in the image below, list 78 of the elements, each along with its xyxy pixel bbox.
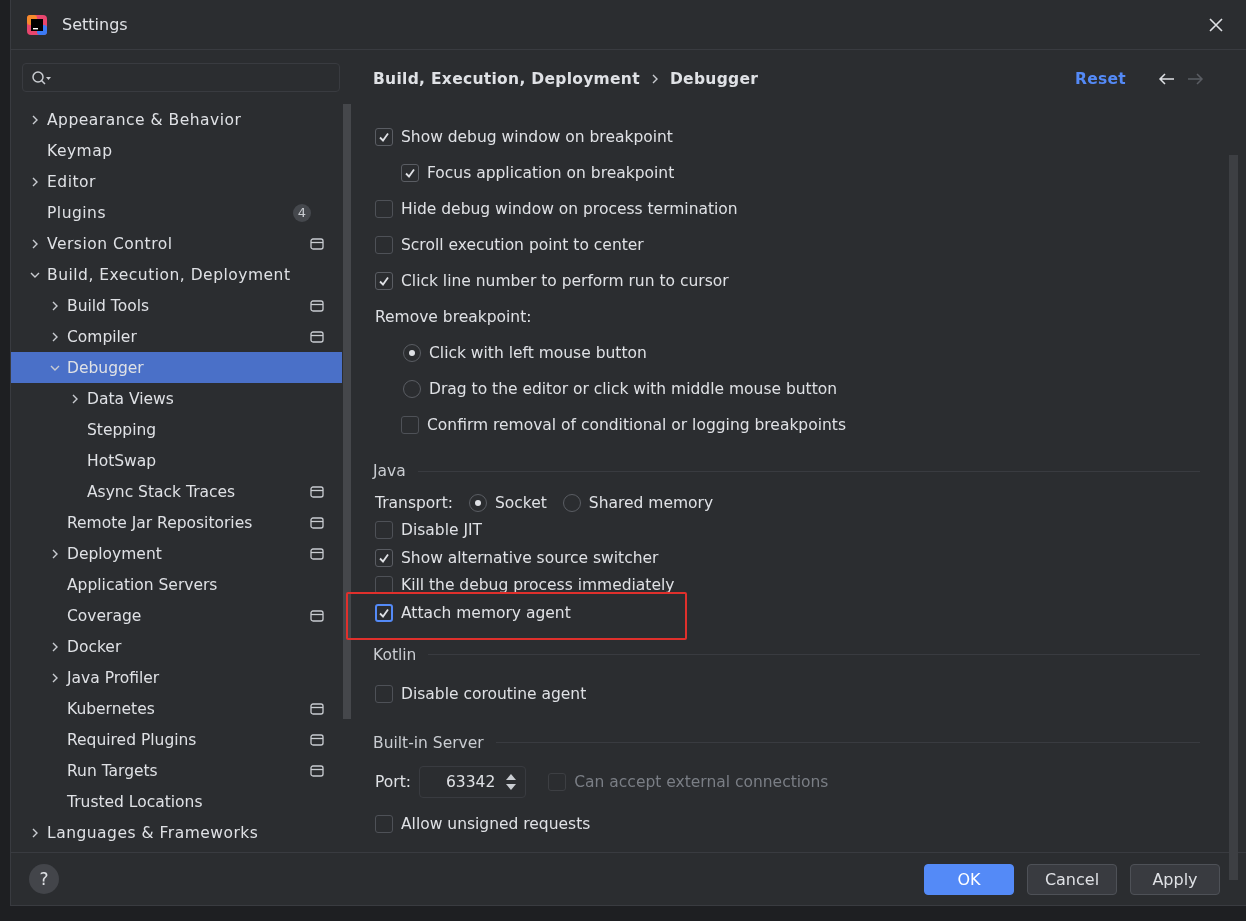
checkbox[interactable] xyxy=(375,272,393,290)
reset-link[interactable]: Reset xyxy=(1074,69,1126,88)
tree-item[interactable]: Required Plugins xyxy=(11,724,342,755)
tree-item[interactable]: Languages & Frameworks xyxy=(11,817,342,848)
checkbox[interactable] xyxy=(401,164,419,182)
count-badge: 4 xyxy=(292,203,311,222)
checkbox[interactable] xyxy=(375,603,393,622)
check-icon xyxy=(404,167,416,179)
option-label: Disable JIT xyxy=(401,521,483,540)
section-title: Java xyxy=(373,462,406,480)
option-label: Hide debug window on process termination xyxy=(401,200,738,218)
tree-item[interactable]: Kubernetes xyxy=(11,693,342,724)
tree-item[interactable]: Plugins 4 xyxy=(11,197,342,228)
tree-item[interactable]: Run Targets xyxy=(11,755,342,786)
window-title: Settings xyxy=(62,15,128,34)
tree-item[interactable]: Trusted Locations xyxy=(11,786,342,817)
checkbox[interactable] xyxy=(375,684,393,703)
option-label: Shared memory xyxy=(588,493,714,512)
tree-item[interactable]: Deployment xyxy=(11,538,342,569)
tree-item[interactable]: Appearance & Behavior xyxy=(11,104,342,135)
tree-item[interactable]: HotSwap xyxy=(11,445,342,476)
option-label: Focus application on breakpoint xyxy=(427,164,675,182)
breadcrumb-item: Build, Execution, Deployment xyxy=(373,69,640,88)
search-field[interactable] xyxy=(22,63,340,92)
port-field[interactable]: 63342 xyxy=(418,765,527,798)
checkbox[interactable] xyxy=(375,128,393,146)
tree-item[interactable]: Docker xyxy=(11,631,342,662)
tree-item[interactable]: Application Servers xyxy=(11,569,342,600)
option-label: Show alternative source switcher xyxy=(401,548,659,567)
tree-item[interactable]: Data Views xyxy=(11,383,342,414)
tree-item[interactable]: Keymap xyxy=(11,135,342,166)
check-icon xyxy=(378,275,390,287)
tree-item[interactable]: Async Stack Traces xyxy=(11,476,342,507)
checkbox[interactable] xyxy=(375,814,393,833)
option-label: Scroll execution point to center xyxy=(401,236,644,254)
option-label: Click line number to perform run to cursor xyxy=(401,272,729,290)
option-label: Can accept external connections xyxy=(574,772,829,791)
tree-item[interactable]: Version Control xyxy=(11,228,342,259)
tree-item[interactable]: Debugger xyxy=(11,352,342,383)
option-label: Transport: xyxy=(375,493,453,512)
option-label: Attach memory agent xyxy=(401,603,571,622)
option-label: Allow unsigned requests xyxy=(401,814,591,833)
option-label: Show debug window on breakpoint xyxy=(401,128,673,146)
tree-item[interactable]: Java Profiler xyxy=(11,662,342,693)
tree-item[interactable]: Build, Execution, Deployment xyxy=(11,259,342,290)
option-label: Disable coroutine agent xyxy=(401,684,587,703)
option-label: Kill the debug process immediately xyxy=(401,576,675,595)
tree-item[interactable]: Editor xyxy=(11,166,342,197)
option-label: Confirm removal of conditional or logging breakpoints xyxy=(427,416,846,434)
back-arrow-icon[interactable] xyxy=(1158,71,1176,86)
checkbox[interactable] xyxy=(375,200,393,218)
checkbox[interactable] xyxy=(375,548,393,567)
check-icon xyxy=(378,131,390,143)
checkbox[interactable] xyxy=(375,236,393,254)
close-icon[interactable] xyxy=(1208,16,1224,33)
dialog-button[interactable]: Apply xyxy=(1130,863,1220,895)
check-icon xyxy=(378,551,390,564)
field-label: Port: xyxy=(375,772,411,791)
checkbox[interactable] xyxy=(401,416,419,434)
dialog-button[interactable]: Cancel xyxy=(1027,863,1117,895)
app-logo-icon xyxy=(26,13,48,36)
breadcrumb-item: Debugger xyxy=(669,69,759,88)
search-icon xyxy=(31,69,53,86)
tree-item[interactable]: Stepping xyxy=(11,414,342,445)
tree-item[interactable]: Remote Jar Repositories xyxy=(11,507,342,538)
tree-item[interactable]: Coverage xyxy=(11,600,342,631)
tree-item[interactable]: Compiler xyxy=(11,321,342,352)
check-icon xyxy=(378,606,390,619)
section-title: Built-in Server xyxy=(373,733,484,752)
tree-item[interactable]: Build Tools xyxy=(11,290,342,321)
checkbox[interactable] xyxy=(375,521,393,540)
scrollbar[interactable] xyxy=(343,104,351,719)
help-button[interactable]: ? xyxy=(29,864,59,894)
option-label: Socket xyxy=(494,493,547,512)
section-title: Kotlin xyxy=(373,645,417,664)
option-label: Drag to the editor or click with middle mouse button xyxy=(429,380,838,398)
option-label: Remove breakpoint: xyxy=(375,308,532,326)
option-label: Click with left mouse button xyxy=(429,344,647,362)
